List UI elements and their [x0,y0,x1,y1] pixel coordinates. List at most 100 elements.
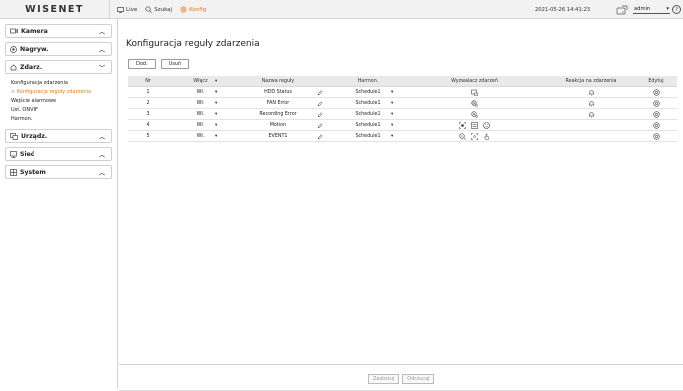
reaction-empty [546,120,636,131]
motion-icon [459,122,466,129]
pencil-icon[interactable] [313,109,327,120]
sidebar: Kamera ︿ Nagryw. ︿ Zdarz. ﹀ Konfiguracja… [0,19,118,388]
nav-search[interactable]: Szukaj [145,6,172,13]
enable-select[interactable]: Wł. ▾ [168,120,233,131]
action-buttons: Dod. Usuń [128,59,190,69]
help-icon[interactable]: ? [672,5,681,14]
trigger-icons [403,87,546,98]
sidebar-section-label: Sieć [20,150,35,158]
dropdown-arrow-icon: ▾ [215,134,218,139]
pencil-icon[interactable] [313,120,327,131]
pencil-icon[interactable] [313,87,327,98]
enable-select[interactable]: Wł. ▾ [168,109,233,120]
trigger-icons [403,131,546,142]
settings-icon[interactable] [631,87,681,98]
touch-icon [483,133,490,140]
hdd-status-icon[interactable] [616,5,628,15]
trigger-icons [403,98,546,109]
sidebar-item-onvif[interactable]: Ust. ONVIF [11,106,112,115]
video-loss-icon [459,133,466,140]
sidebar-section-label: Kamera [21,27,48,35]
dropdown-arrow-icon: ▾ [391,123,394,128]
bell-icon [546,98,636,109]
table-row[interactable]: 4 Wł. ▾ Motion Schedule1 ▾ [128,120,677,131]
chevron-down-icon: ▾ [666,6,669,12]
add-button[interactable]: Dod. [128,59,156,69]
column-header-schedule: Harmon. [357,79,379,84]
nav-config[interactable]: Konfig [180,6,206,13]
dropdown-arrow-icon: ▾ [215,112,218,117]
bell-icon [546,109,636,120]
dropdown-arrow-icon: ▾ [391,90,394,95]
sidebar-item-schedule[interactable]: Harmon. [11,115,112,124]
chevron-up-icon: ︿ [98,169,105,177]
row-number: 5 [146,134,150,139]
settings-icon[interactable] [631,131,681,142]
page-title: Konfiguracja reguły zdarzenia [126,39,260,49]
column-header-enable[interactable]: Włącz ▾ [168,76,233,87]
record-icon [10,45,17,53]
dropdown-arrow-icon: ▾ [391,101,394,106]
sidebar-section-label: Nagryw. [20,45,49,53]
schedule-select[interactable]: Schedule1 ▾ [333,87,403,98]
rule-name: EVENT1 [268,134,288,139]
sidebar-section-label: System [20,168,46,176]
row-number: 1 [146,90,150,95]
pencil-icon[interactable] [313,131,327,142]
user-dropdown[interactable]: admin ▾ [633,5,670,14]
table-bottom-divider [119,364,683,365]
schedule-select[interactable]: Schedule1 ▾ [333,120,403,131]
datetime: 2021-05-26 14:41:23 [535,6,591,13]
schedule-select[interactable]: Schedule1 ▾ [333,98,403,109]
enable-select[interactable]: Wł. ▾ [168,131,233,142]
sidebar-section-label: Urządz. [21,132,48,140]
sidebar-item-event-config[interactable]: Konfiguracja zdarzenia [11,79,112,88]
sidebar-section-recording[interactable]: Nagryw. ︿ [5,42,112,56]
monitor-icon [117,6,124,13]
delete-button[interactable]: Usuń [160,59,190,69]
sidebar-section-device[interactable]: Urządz. ︿ [5,129,112,143]
search-icon [145,6,152,13]
trigger-icons [403,120,546,131]
main-content: Konfiguracja reguły zdarzenia Dod. Usuń … [119,19,683,391]
settings-icon[interactable] [631,109,681,120]
reaction-empty [546,131,636,142]
event-rule-table: Nr Włącz ▾ Nazwa reguły Harmon. Wyzwalacz… [128,76,677,142]
apply-button[interactable]: Zastosuj [368,374,400,384]
sidebar-item-event-rule-config[interactable]: > Konfiguracja reguły zdarzenia [11,88,112,97]
table-row[interactable]: 3 Wł. ▾ Recording Error Schedule1 ▾ [128,109,677,120]
sidebar-item-alarm-input[interactable]: Wejście alarmowe [11,97,112,106]
recording-error-icon [471,111,478,118]
table-row[interactable]: 5 Wł. ▾ EVENT1 Schedule1 ▾ [128,131,677,142]
row-number: 2 [146,101,150,106]
settings-icon[interactable] [631,98,681,109]
sidebar-section-system[interactable]: System ︿ [5,165,112,179]
nav-live[interactable]: Live [117,7,137,13]
network-icon [10,150,17,158]
hdd-status-icon [471,89,478,96]
user-name: admin [634,6,651,12]
enable-select[interactable]: Wł. ▾ [168,87,233,98]
column-header-rule-name: Nazwa reguły [261,79,295,84]
system-icon [10,168,17,176]
chevron-up-icon: ︿ [98,151,105,159]
table-row[interactable]: 2 Wł. ▾ FAN Error Schedule1 ▾ [128,98,677,109]
sidebar-section-event[interactable]: Zdarz. ﹀ [5,60,112,74]
nav-search-label: Szukaj [154,6,173,13]
settings-icon[interactable] [631,120,681,131]
table-row[interactable]: 1 Wł. ▾ HDD Status Schedule1 ▾ [128,87,677,98]
dropdown-arrow-icon: ▾ [215,101,218,106]
fan-error-icon [471,100,478,107]
schedule-select[interactable]: Schedule1 ▾ [333,109,403,120]
chevron-up-icon: ︿ [98,28,105,36]
chevron-up-icon: ︿ [98,46,105,54]
sidebar-section-camera[interactable]: Kamera ︿ [5,24,112,38]
schedule-select[interactable]: Schedule1 ▾ [333,131,403,142]
sidebar-section-network[interactable]: Sieć ︿ [5,147,112,161]
pencil-icon[interactable] [313,98,327,109]
top-navigation: Live Szukaj Konfig [117,0,206,19]
enable-select[interactable]: Wł. ▾ [168,98,233,109]
rule-name: FAN Error [266,101,290,106]
cancel-button[interactable]: Odrzucaj [402,374,435,384]
face-icon [483,122,490,129]
